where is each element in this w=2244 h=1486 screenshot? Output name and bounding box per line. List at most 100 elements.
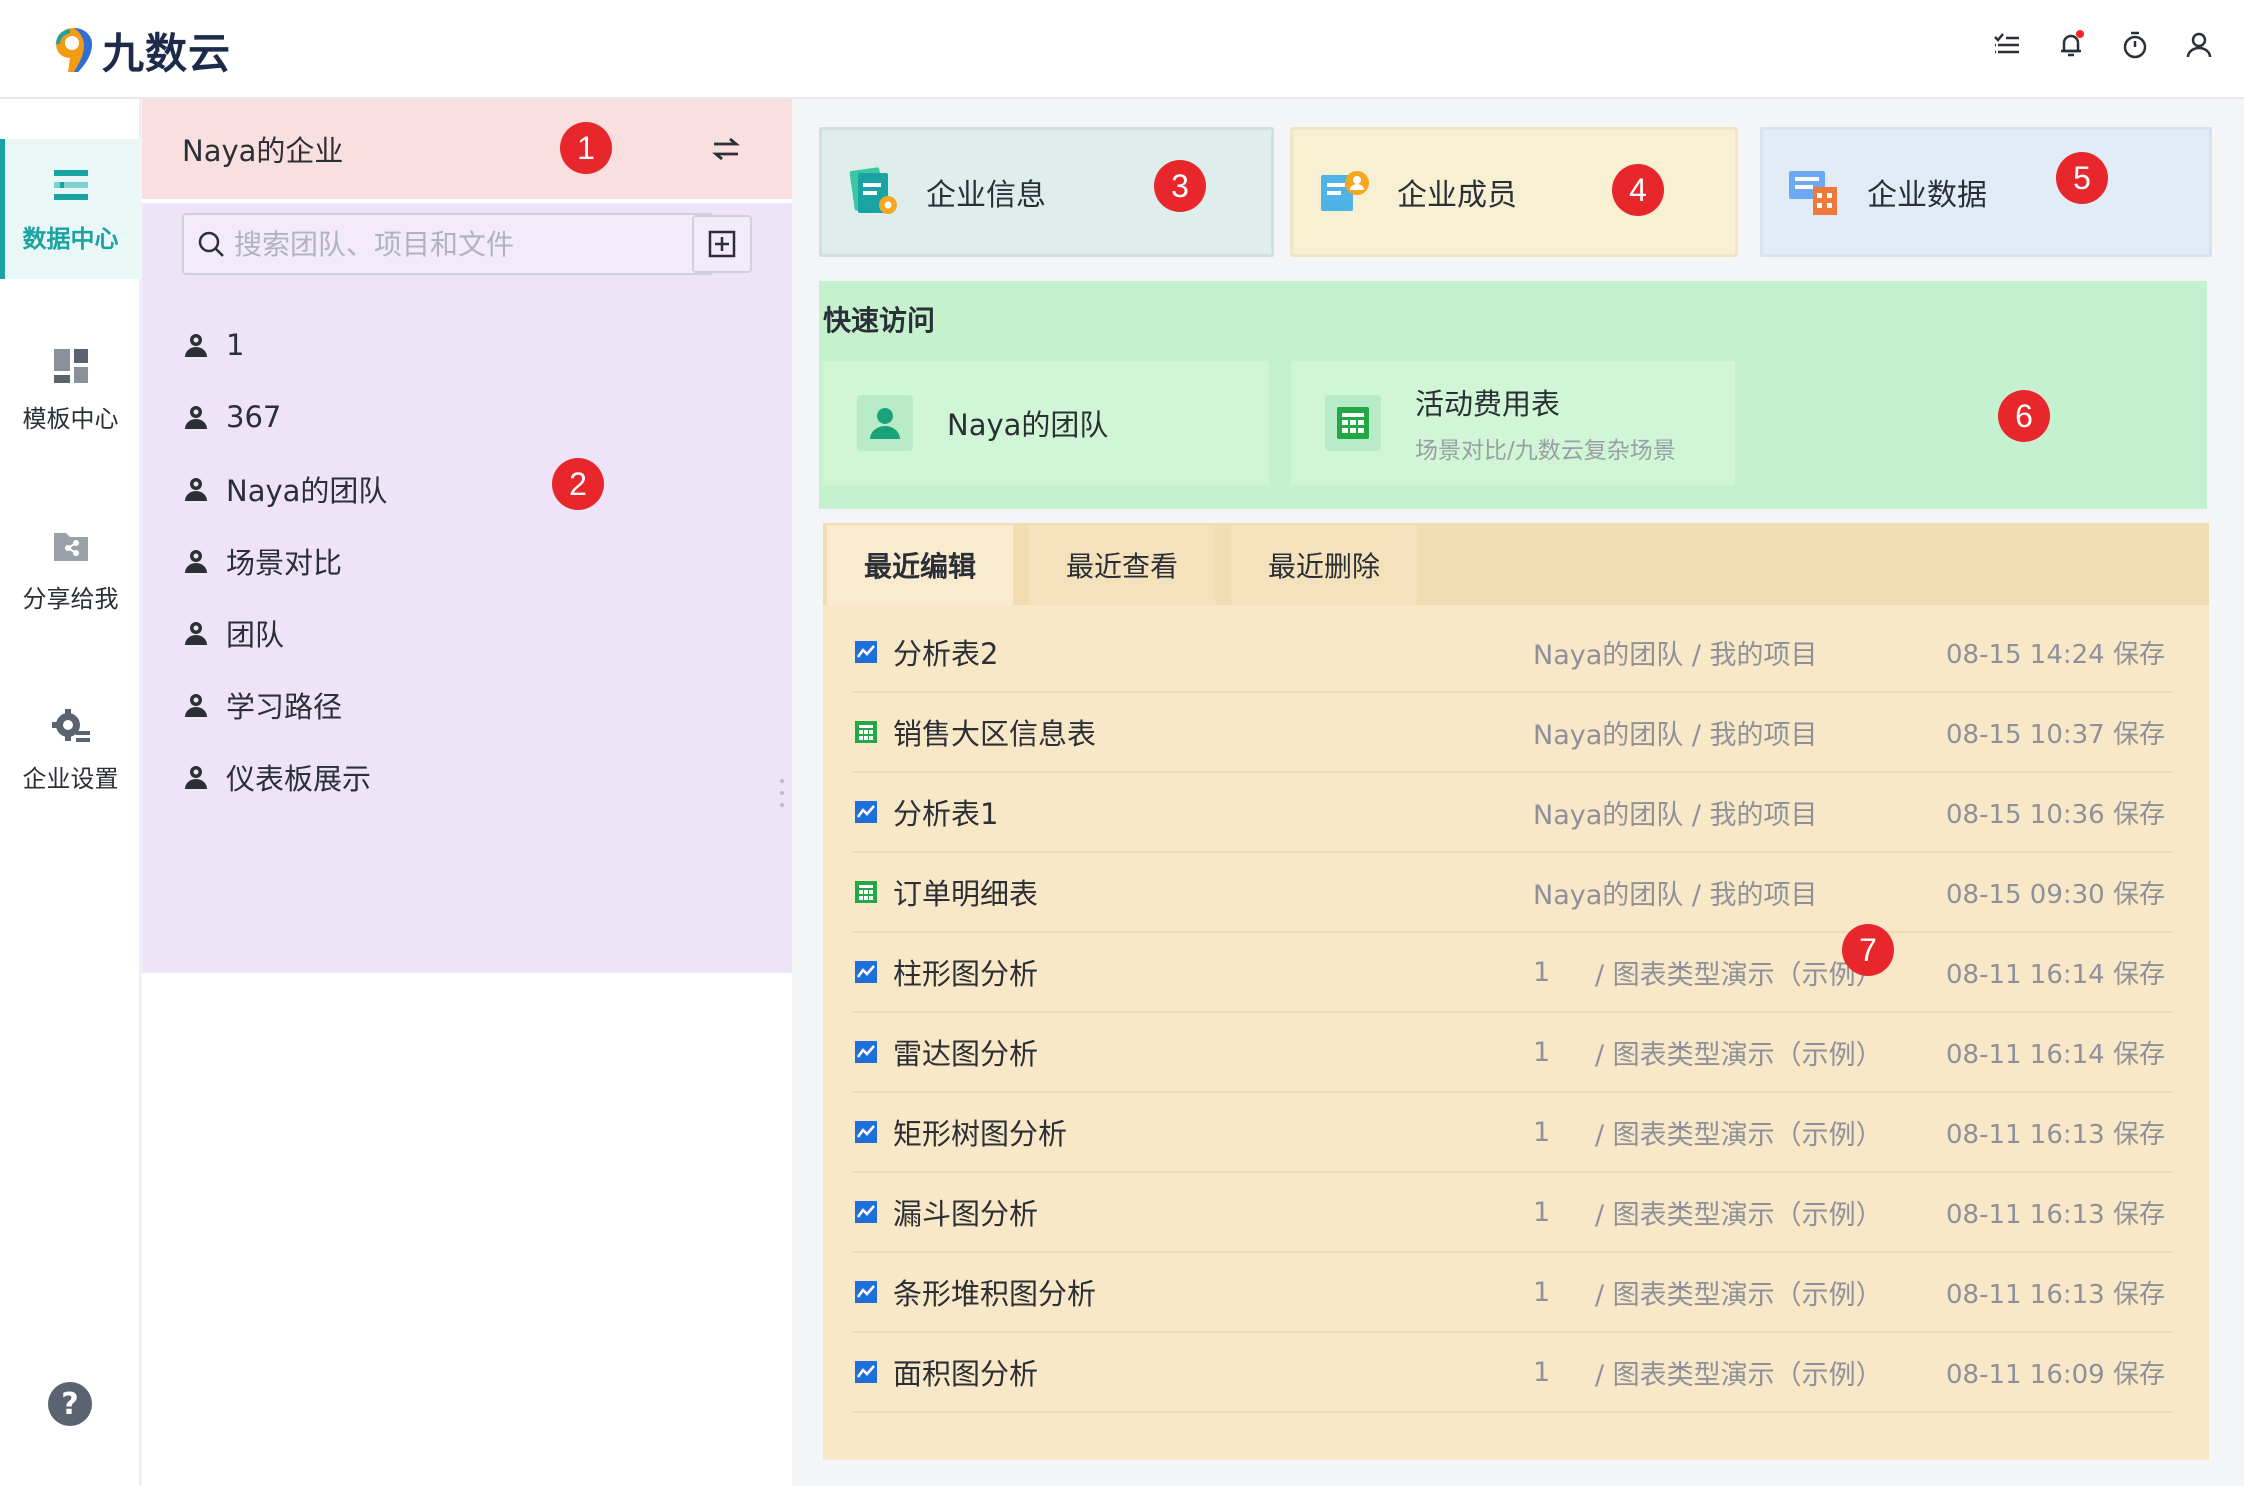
marker-badge: 7 (1842, 924, 1894, 976)
left-navigation: 数据中心 模板中心 分享给我 企业设置 ? (0, 99, 141, 1486)
recent-file-row[interactable]: 分析表1 Naya的团队 / 我的项目 08-15 10:36 保存 (853, 773, 2173, 853)
quick-access-item[interactable]: 活动费用表 场景对比/九数云复杂场景 (1291, 361, 1735, 485)
team-item[interactable]: Naya的团队 (182, 453, 742, 525)
timer-icon[interactable] (2118, 28, 2152, 62)
file-team: 1 (1533, 1276, 1551, 1308)
marker-badge: 3 (1154, 160, 1206, 212)
file-time: 08-15 10:36 保存 (1945, 799, 2165, 830)
team-user-icon (185, 406, 207, 429)
nav-label: 数据中心 (22, 224, 119, 253)
recent-tabs: 最近编辑 最近查看 最近删除 (823, 523, 2209, 605)
recent-file-row[interactable]: 雷达图分析 1 / 图表类型演示（示例） 08-11 16:14 保存 (853, 1013, 2173, 1093)
template-center-icon (53, 348, 88, 383)
logo-text: 九数云 (102, 28, 232, 78)
nav-item-enterprise-settings[interactable]: 企业设置 (0, 679, 141, 819)
file-path: / 图表类型演示（示例） (1595, 1279, 1883, 1311)
enterprise-members-card[interactable]: 企业成员 (1290, 127, 1738, 257)
recent-file-list: 分析表2 Naya的团队 / 我的项目 08-15 14:24 保存 销售大区信息表 N… (853, 613, 2173, 1413)
file-path: / 图表类型演示（示例） (1595, 1359, 1883, 1391)
nav-label: 分享给我 (22, 584, 119, 613)
recent-file-row[interactable]: 条形堆积图分析 1 / 图表类型演示（示例） 08-11 16:13 保存 (853, 1253, 2173, 1333)
analysis-chart-icon (855, 641, 877, 663)
team-label: Naya的团队 (226, 474, 388, 508)
file-path: Naya的团队 / 我的项目 (1533, 799, 1818, 831)
tab-recent-deleted[interactable]: 最近删除 (1231, 525, 1417, 605)
file-time: 08-11 16:09 保存 (1945, 1359, 2165, 1390)
enterprise-info-icon (849, 167, 897, 214)
card-label: 企业数据 (1867, 178, 1987, 213)
file-path: / 图表类型演示（示例） (1595, 959, 1883, 991)
file-time: 08-15 09:30 保存 (1945, 879, 2165, 910)
card-label: 企业成员 (1397, 178, 1517, 213)
analysis-chart-icon (855, 961, 877, 983)
team-item[interactable]: 367 (182, 381, 742, 453)
recent-file-row[interactable]: 订单明细表 Naya的团队 / 我的项目 08-15 09:30 保存 (853, 853, 2173, 933)
team-user-icon (185, 334, 207, 357)
analysis-chart-icon (855, 1041, 877, 1063)
team-item[interactable]: 1 (182, 309, 742, 381)
search-input[interactable] (234, 227, 694, 261)
task-list-icon[interactable] (1990, 28, 2024, 62)
file-time: 08-15 14:24 保存 (1945, 639, 2165, 670)
file-name: 矩形树图分析 (893, 1117, 1068, 1151)
enterprise-info-card[interactable]: 企业信息 (819, 127, 1274, 257)
file-team: 1 (1533, 1196, 1551, 1228)
enterprise-data-card[interactable]: 企业数据 (1760, 127, 2212, 257)
nav-item-shared-with-me[interactable]: 分享给我 (0, 499, 141, 639)
recent-file-row[interactable]: 面积图分析 1 / 图表类型演示（示例） 08-11 16:09 保存 (853, 1333, 2173, 1413)
team-item[interactable]: 仪表板展示 (182, 741, 742, 813)
team-item[interactable]: 学习路径 (182, 669, 742, 741)
tab-recent-edited[interactable]: 最近编辑 (827, 525, 1013, 605)
team-label: 场景对比 (226, 546, 343, 580)
recent-file-row[interactable]: 销售大区信息表 Naya的团队 / 我的项目 08-15 10:37 保存 (853, 693, 2173, 773)
spreadsheet-file-icon (855, 881, 877, 903)
bell-icon[interactable] (2054, 28, 2088, 62)
user-icon[interactable] (2182, 28, 2216, 62)
notification-dot (2076, 30, 2084, 38)
team-user-icon (185, 766, 207, 789)
file-path: / 图表类型演示（示例） (1595, 1199, 1883, 1231)
marker-badge: 2 (552, 458, 604, 510)
marker-badge: 6 (1998, 390, 2050, 442)
nav-item-data-center[interactable]: 数据中心 (0, 139, 141, 279)
file-name: 面积图分析 (893, 1357, 1039, 1391)
file-team: 1 (1533, 1036, 1551, 1068)
team-user-icon (185, 550, 207, 573)
file-time: 08-11 16:14 保存 (1945, 1039, 2165, 1070)
add-button[interactable] (692, 215, 752, 273)
quick-item-title: Naya的团队 (947, 408, 1109, 442)
search-box (182, 213, 714, 275)
file-name: 雷达图分析 (893, 1037, 1039, 1071)
quick-access-panel: 快速访问 Naya的团队 活动费用表 场景对比/九数云复杂场景 (819, 281, 2207, 509)
file-name: 销售大区信息表 (893, 717, 1097, 751)
marker-badge: 4 (1612, 164, 1664, 216)
help-icon[interactable]: ? (48, 1382, 92, 1426)
spreadsheet-file-icon (855, 721, 877, 743)
analysis-chart-icon (855, 1121, 877, 1143)
tab-recent-viewed[interactable]: 最近查看 (1029, 525, 1215, 605)
file-team: 1 (1533, 1356, 1551, 1388)
team-item[interactable]: 团队 (182, 597, 742, 669)
recent-file-row[interactable]: 分析表2 Naya的团队 / 我的项目 08-15 14:24 保存 (853, 613, 2173, 693)
team-item[interactable]: 场景对比 (182, 525, 742, 597)
main-content: 企业信息 企业成员 企业数据 快速访问 Naya的团队 活动费用表 场景对比/九… (793, 99, 2244, 1486)
file-time: 08-11 16:13 保存 (1945, 1199, 2165, 1230)
recent-file-row[interactable]: 漏斗图分析 1 / 图表类型演示（示例） 08-11 16:13 保存 (853, 1173, 2173, 1253)
recent-files-panel: 最近编辑 最近查看 最近删除 分析表2 Naya的团队 / 我的项目 08-15 1… (823, 523, 2209, 1460)
switch-org-icon[interactable] (710, 133, 742, 165)
file-name: 分析表1 (893, 797, 999, 831)
quick-access-item[interactable]: Naya的团队 (823, 361, 1269, 485)
nav-label: 模板中心 (22, 404, 119, 433)
recent-file-row[interactable]: 矩形树图分析 1 / 图表类型演示（示例） 08-11 16:13 保存 (853, 1093, 2173, 1173)
file-path: Naya的团队 / 我的项目 (1533, 879, 1818, 911)
nav-item-template-center[interactable]: 模板中心 (0, 319, 141, 459)
org-header[interactable]: Naya的企业 (142, 99, 792, 199)
team-label: 学习路径 (226, 690, 343, 724)
app-logo[interactable]: 九数云 (52, 22, 231, 78)
file-time: 08-15 10:37 保存 (1945, 719, 2165, 750)
team-label: 团队 (226, 618, 285, 652)
recent-file-row[interactable]: 柱形图分析 1 / 图表类型演示（示例） 08-11 16:14 保存 (853, 933, 2173, 1013)
resize-handle[interactable] (780, 779, 786, 807)
team-list: 1 367 Naya的团队 场景对比 团队 学习路径 仪表板展示 (182, 309, 742, 813)
team-user-icon (185, 478, 207, 501)
